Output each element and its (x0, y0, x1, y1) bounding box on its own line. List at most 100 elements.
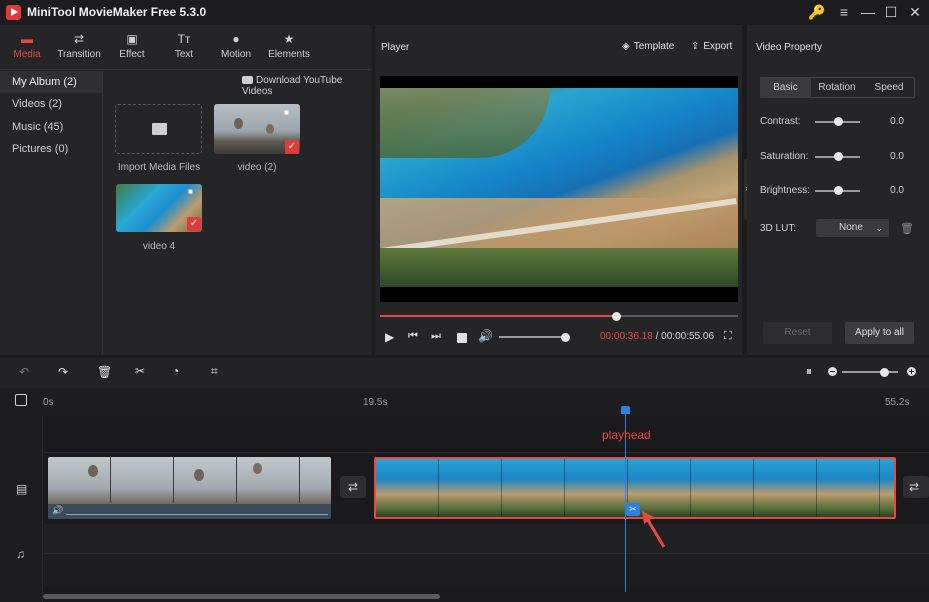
video-frame (380, 88, 738, 287)
split-marker-icon[interactable]: ✂ (626, 503, 640, 516)
audio-level-line (66, 514, 328, 515)
video-clip-balloons[interactable]: 🔊 (48, 457, 331, 519)
added-check-icon: ✓ (285, 140, 299, 154)
property-title: Video Property (756, 42, 822, 53)
balloon-shape (88, 465, 98, 477)
brightness-knob[interactable] (834, 186, 843, 195)
menu-button[interactable]: ≡ (833, 3, 855, 21)
tab-basic[interactable]: Basic (760, 77, 811, 98)
export-icon: ⇪ (691, 41, 700, 52)
volume-knob[interactable] (560, 332, 570, 342)
balloon-shape (253, 463, 262, 474)
minimize-button[interactable]: — (857, 3, 879, 21)
folder-icon: ▬ (21, 32, 33, 46)
export-button[interactable]: ⇪ Export (691, 41, 732, 52)
delete-icon[interactable]: 🗑 (97, 365, 112, 379)
apply-to-all-button[interactable]: Apply to all (845, 322, 914, 344)
close-button[interactable]: ✕ (904, 3, 926, 21)
media-thumbnail-video-2[interactable]: ■ ✓ (214, 104, 300, 154)
sidebar-item-my-album[interactable]: My Album (2) (0, 71, 102, 93)
tab-transition[interactable]: ⇄ Transition (52, 31, 106, 65)
redo-icon[interactable]: ↷ (58, 365, 68, 379)
undo-icon[interactable]: ↶ (19, 365, 29, 379)
media-thumbnail-video-4[interactable]: ■ ✓ (116, 184, 202, 232)
zoom-in-button[interactable] (907, 367, 916, 376)
camera-icon: ■ (188, 187, 193, 196)
clip-frames (48, 457, 331, 503)
toolbar-tabs: ▬ Media ⇄ Transition ▣ Effect Tт Text ● … (0, 25, 372, 70)
fullscreen-icon[interactable]: ⛶ (724, 330, 732, 343)
media-panel: ▬ Media ⇄ Transition ▣ Effect Tт Text ● … (0, 25, 372, 355)
audio-track[interactable] (44, 524, 929, 554)
crop-icon[interactable]: ⌗ (211, 364, 218, 379)
progress-track[interactable] (380, 311, 738, 321)
video-preview (380, 76, 738, 302)
music-icon: ♫ (16, 547, 25, 561)
audio-track-2[interactable] (44, 554, 929, 586)
trash-icon[interactable]: 🗑 (900, 222, 914, 235)
speed-icon[interactable]: ◔ (172, 364, 179, 378)
tab-label: Text (174, 49, 194, 60)
balloon-shape (194, 469, 204, 481)
tab-text[interactable]: Tт Text (157, 31, 211, 65)
stop-button[interactable] (457, 333, 467, 343)
playhead-handle[interactable] (621, 406, 630, 414)
transition-slot-icon[interactable]: ⇄ (340, 476, 366, 498)
progress-knob[interactable] (611, 311, 621, 321)
volume-icon[interactable]: 🔊 (478, 329, 493, 343)
ruler-tick: 19.5s (363, 397, 388, 408)
app-logo-icon (6, 5, 21, 20)
sidebar-item-videos[interactable]: Videos (2) (0, 93, 102, 115)
tab-label: Media (13, 49, 41, 60)
text-track[interactable] (44, 416, 929, 453)
total-time: 00:00:55.06 (661, 331, 714, 342)
import-media-button[interactable] (115, 104, 202, 154)
saturation-knob[interactable] (834, 152, 843, 161)
player-title: Player (381, 42, 410, 53)
key-icon[interactable]: 🔑 (806, 3, 828, 21)
maximize-button[interactable]: ☐ (880, 3, 902, 21)
lut-value: None (839, 222, 863, 233)
split-icon[interactable]: ✂ (135, 364, 145, 378)
tab-label: Motion (220, 49, 251, 60)
next-frame-button[interactable]: ⏭ (431, 330, 441, 343)
media-label: video (2) (237, 162, 277, 173)
sidebar-item-pictures[interactable]: Pictures (0) (0, 138, 102, 160)
balloon-shape (266, 124, 274, 134)
timeline-scrollbar[interactable] (43, 594, 440, 599)
motion-icon: ● (232, 32, 240, 46)
template-button[interactable]: ◈ Template (622, 41, 674, 52)
timeline-ruler[interactable]: 0s 19.5s 55.2s (0, 388, 929, 416)
reset-button[interactable]: Reset (763, 322, 832, 344)
volume-slider[interactable] (499, 332, 570, 342)
export-label: Export (703, 41, 733, 52)
track-headers (0, 416, 43, 602)
tab-speed[interactable]: Speed (863, 77, 915, 98)
contrast-knob[interactable] (834, 117, 843, 126)
added-check-icon: ✓ (187, 217, 201, 231)
zoom-out-button[interactable] (828, 367, 837, 376)
previous-frame-button[interactable]: ⏮ (408, 330, 418, 343)
tab-elements[interactable]: ★ Elements (262, 31, 316, 65)
tab-media[interactable]: ▬ Media (0, 31, 54, 65)
tab-rotation[interactable]: Rotation (811, 77, 863, 98)
play-button[interactable]: ▶ (385, 330, 394, 344)
sidebar-item-music[interactable]: Music (45) (0, 116, 102, 138)
player-panel: Player ◈ Template ⇪ Export ▶ ⏮ ⏭ 🔊 00:00:3… (375, 25, 742, 355)
tab-label: Elements (268, 49, 310, 60)
album-sidebar: My Album (2) Videos (2) Music (45) Pictu… (0, 71, 103, 355)
tab-motion[interactable]: ● Motion (209, 31, 263, 65)
video-clip-coast[interactable]: ✂ (374, 457, 896, 519)
add-track-icon[interactable] (15, 394, 27, 406)
clip-audio-bar: 🔊 (48, 504, 331, 519)
zoom-slider[interactable] (842, 367, 898, 377)
transition-icon: ⇄ (73, 32, 85, 46)
layers-icon: ◈ (622, 41, 630, 52)
transition-slot-icon[interactable]: ⇄ (903, 476, 929, 498)
tab-effect[interactable]: ▣ Effect (105, 31, 159, 65)
lut-select[interactable]: None ⌄ (816, 219, 889, 237)
fit-timeline-icon[interactable]: ⏸ (806, 364, 812, 379)
download-youtube-link[interactable]: Download YouTube Videos (242, 75, 372, 97)
zoom-knob[interactable] (879, 367, 889, 377)
time-separator: / (652, 331, 662, 342)
